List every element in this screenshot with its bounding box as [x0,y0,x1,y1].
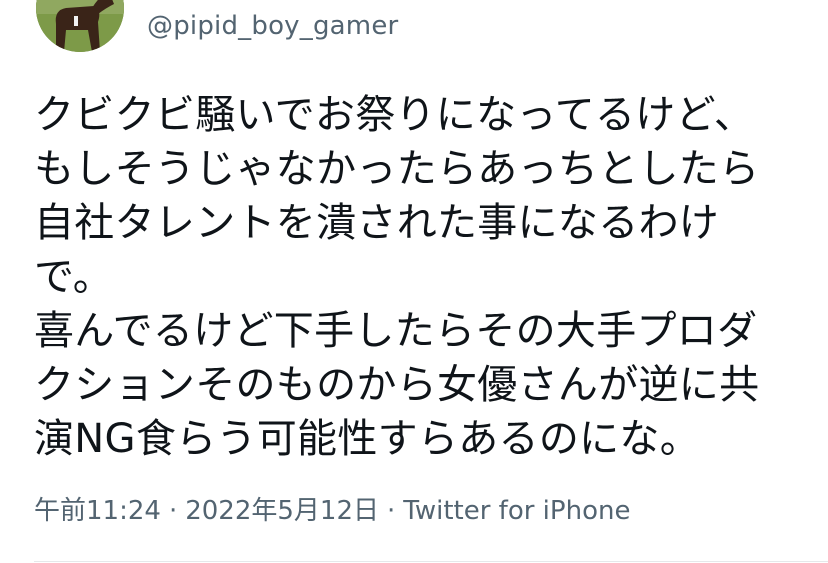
tweet-source[interactable]: Twitter for iPhone [403,496,630,526]
tweet-text-line: で。 [34,254,113,300]
horse-avatar-icon [36,0,124,52]
tweet-text-line: 自社タレントを潰された事になるわけ [34,200,720,246]
tweet-text-line: 喜んでるけど下手したらその大手プロダ [34,308,758,354]
user-handle[interactable]: @pipid_boy_gamer [147,8,398,44]
tweet-text-line: クションそのものから女優さんが逆に共 [34,362,760,408]
tweet-text: クビクビ騒いでお祭りになってるけど、 もしそうじゃなかったらあっちとしたら 自社… [34,88,804,466]
tweet-time[interactable]: 午前11:24 [34,496,161,526]
meta-separator: · [387,496,396,526]
tweet-date[interactable]: 2022年5月12日 [185,496,379,526]
tweet-text-line: もしそうじゃなかったらあっちとしたら [34,146,760,192]
avatar[interactable] [36,0,124,52]
tweet-text-line: クビクビ騒いでお祭りになってるけど、 [34,92,755,138]
divider [34,561,828,562]
meta-separator: · [168,496,178,526]
tweet-text-line: 演NG食らう可能性すらあるのにな。 [34,416,701,462]
tweet-meta: 午前11:24 · 2022年5月12日 · Twitter for iPhone [34,493,630,529]
